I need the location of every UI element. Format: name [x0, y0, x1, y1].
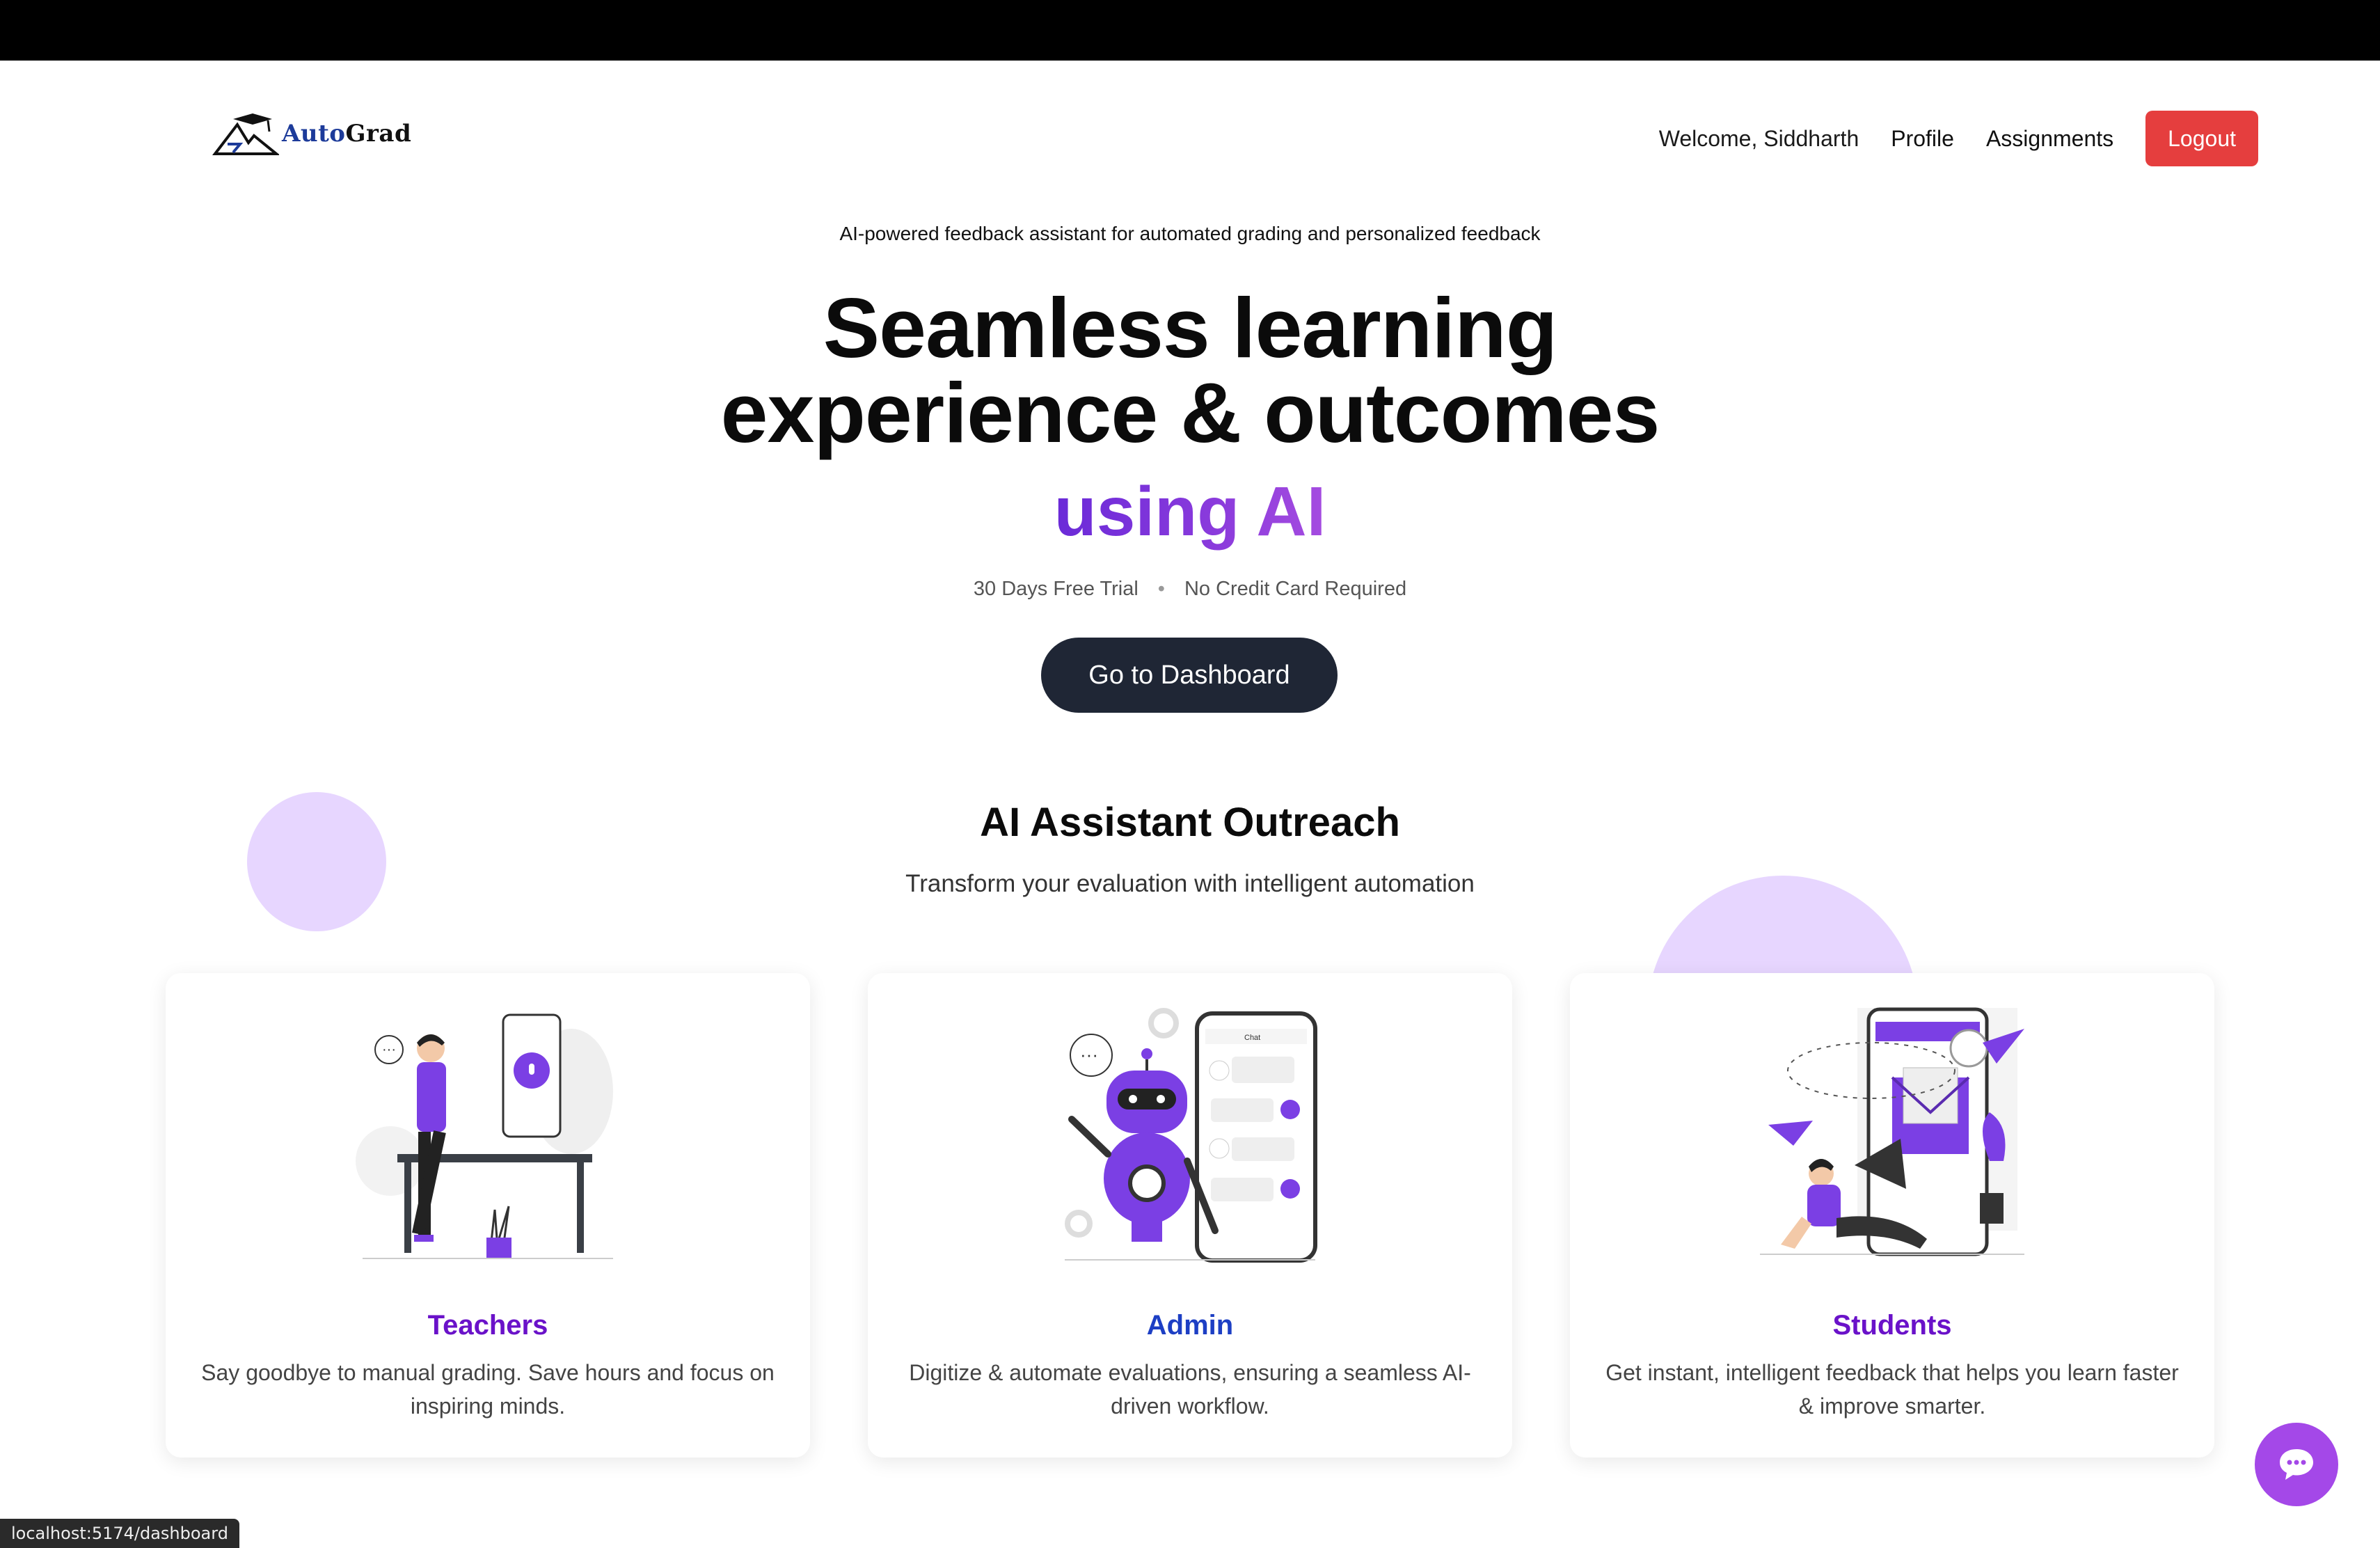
nav-profile-link[interactable]: Profile — [1891, 126, 1954, 152]
robot-chat-illustration-icon: Chat ··· — [1065, 1008, 1317, 1263]
hero-headline: Seamless learning experience & outcomes — [0, 285, 2380, 455]
section-subtitle: Transform your evaluation with intellige… — [905, 870, 1475, 897]
chat-bubble-icon — [2280, 1449, 2313, 1480]
perk-no-card: No Credit Card Required — [1184, 578, 1407, 600]
svg-text:···: ··· — [1080, 1044, 1098, 1065]
students-card: Students Get instant, intelligent feedba… — [1570, 973, 2214, 1458]
admin-title: Admin — [1146, 1310, 1234, 1341]
svg-text:···: ··· — [382, 1042, 396, 1057]
teachers-card: ··· Teachers Say goodbye to manual gradi… — [166, 973, 810, 1458]
status-bar-url: localhost:5174/dashboard — [0, 1519, 239, 1548]
hero-headline-line2: experience & outcomes — [720, 365, 1660, 460]
brand-logo[interactable]: AutoGrad — [212, 109, 435, 158]
hero-accent: using AI — [0, 473, 2380, 550]
hero-headline-line1: Seamless learning — [823, 281, 1557, 375]
graduation-cap-icon — [212, 113, 279, 155]
perk-free-trial: 30 Days Free Trial — [973, 578, 1139, 600]
go-to-dashboard-button[interactable]: Go to Dashboard — [1041, 638, 1338, 713]
welcome-text: Welcome, Siddharth — [1658, 125, 1859, 151]
students-description: Get instant, intelligent feedback that h… — [1605, 1360, 2179, 1419]
hero-tagline: AI-powered feedback assistant for automa… — [839, 223, 1541, 244]
student-megaphone-illustration-icon — [1760, 1007, 2024, 1256]
svg-text:Chat: Chat — [1244, 1034, 1260, 1042]
brand-auto: Auto — [282, 120, 346, 148]
brand-name: AutoGrad — [282, 120, 411, 148]
hero-accent-text: using AI — [1054, 473, 1326, 551]
logout-button[interactable]: Logout — [2145, 111, 2258, 166]
teachers-description: Say goodbye to manual grading. Save hour… — [201, 1360, 775, 1419]
admin-description: Digitize & automate evaluations, ensurin… — [909, 1360, 1471, 1419]
browser-top-bar — [0, 0, 2380, 61]
students-title: Students — [1832, 1310, 1952, 1341]
hero-perks: 30 Days Free Trial • No Credit Card Requir… — [0, 578, 2380, 601]
navbar: AutoGrad Welcome, Siddharth Profile Assi… — [0, 61, 2380, 214]
brand-grad: Grad — [345, 120, 412, 148]
teachers-title: Teachers — [427, 1310, 548, 1341]
perk-separator: • — [1157, 578, 1165, 600]
teacher-illustration-icon: ··· — [356, 1013, 613, 1259]
chat-button[interactable] — [2255, 1423, 2338, 1506]
section-title: AI Assistant Outreach — [980, 800, 1400, 845]
nav-assignments-link[interactable]: Assignments — [1986, 126, 2113, 152]
admin-card: Chat ··· Admin Digitize & automate evalu… — [868, 973, 1512, 1458]
nav-links: Welcome, Siddharth Profile Assignments L… — [1659, 111, 2258, 166]
